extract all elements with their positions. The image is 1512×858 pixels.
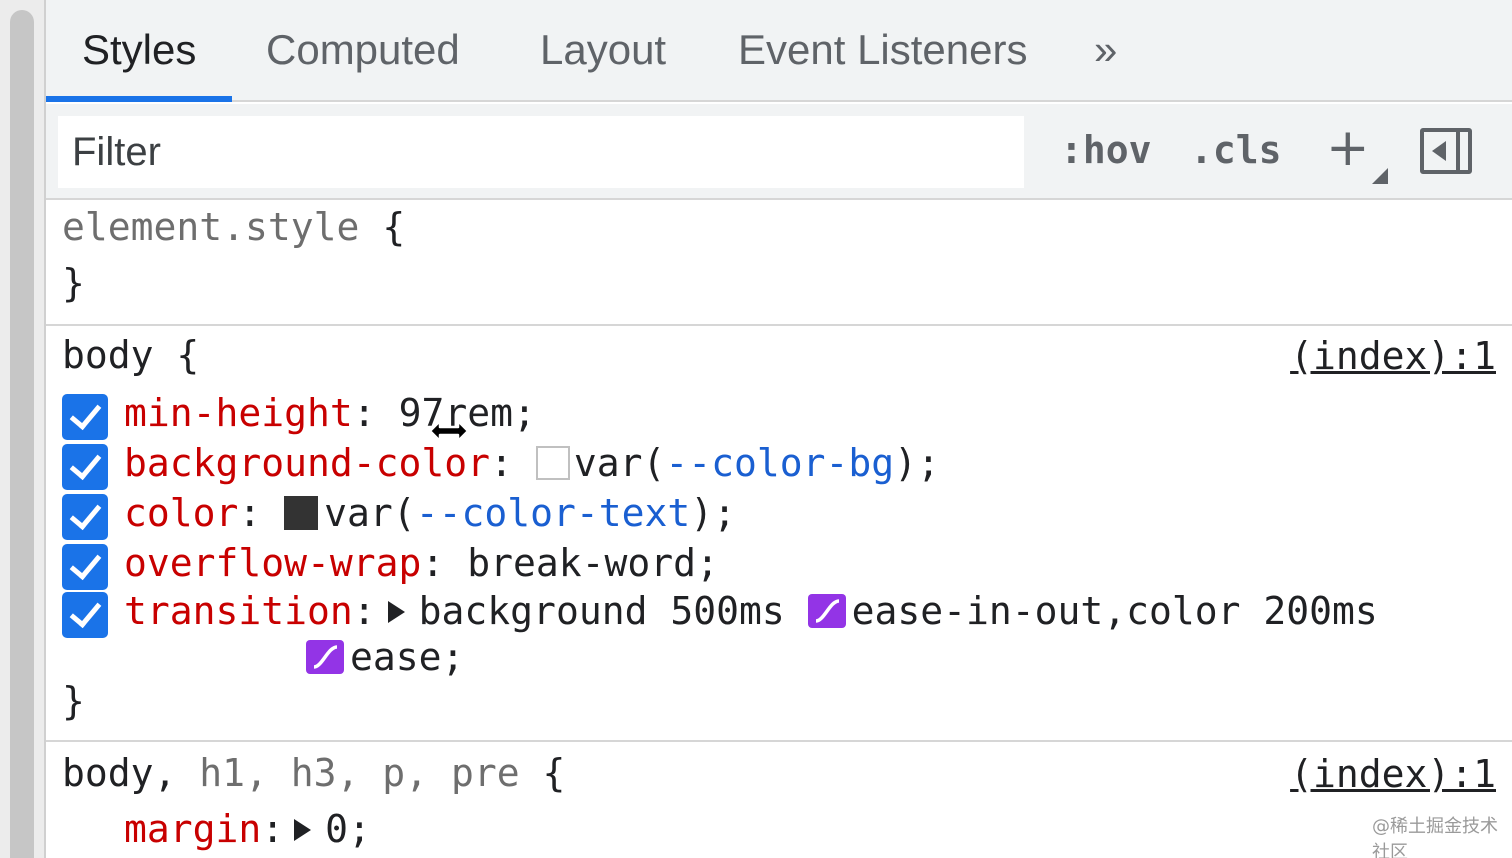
- checkbox-checked-icon[interactable]: [62, 544, 108, 590]
- element-style-close-brace: }: [62, 261, 85, 305]
- resize-cursor-icon: [428, 419, 470, 443]
- easing-curve-icon[interactable]: [807, 594, 846, 628]
- body-selector[interactable]: body {: [62, 333, 199, 378]
- rule-divider: [46, 324, 1512, 326]
- body-close-brace: }: [62, 679, 85, 723]
- declaration-background-color[interactable]: background-color: var(--color-bg);: [124, 441, 940, 486]
- filter-box: [58, 116, 1024, 188]
- styles-toolbar: :hov .cls +: [46, 104, 1512, 200]
- easing-curve-icon[interactable]: [306, 640, 344, 674]
- color-swatch[interactable]: [535, 446, 570, 480]
- sidebar-toggle-icon[interactable]: [1420, 128, 1472, 174]
- checkbox-checked-icon[interactable]: [62, 394, 108, 440]
- declaration-transition[interactable]: transition: background 500ms ease-in-out,…: [124, 589, 1378, 634]
- expand-triangle-icon[interactable]: [387, 601, 405, 623]
- cls-button[interactable]: .cls: [1190, 128, 1282, 172]
- plus-icon[interactable]: +: [1326, 120, 1370, 176]
- triangle-left-icon: [1432, 141, 1446, 161]
- styles-pane: Styles Computed Layout Event Listeners »…: [44, 0, 1512, 858]
- declaration-color[interactable]: color: var(--color-text);: [124, 491, 736, 536]
- multi-selector[interactable]: body, h1, h3, p, pre {: [62, 751, 565, 796]
- checkbox-checked-icon[interactable]: [62, 444, 108, 490]
- declaration-overflow-wrap[interactable]: overflow-wrap: break-word;: [124, 541, 719, 586]
- tab-event-listeners[interactable]: Event Listeners: [738, 26, 1028, 74]
- scrollbar[interactable]: [10, 10, 34, 858]
- checkbox-checked-icon[interactable]: [62, 494, 108, 540]
- rule-divider: [46, 740, 1512, 742]
- color-swatch[interactable]: [284, 496, 319, 530]
- tab-computed[interactable]: Computed: [266, 26, 460, 74]
- declaration-transition-continued[interactable]: ease;: [306, 635, 464, 680]
- tab-styles[interactable]: Styles: [82, 26, 196, 74]
- left-gutter: [0, 0, 44, 858]
- active-tab-indicator: [46, 96, 232, 102]
- new-rule-menu-corner[interactable]: [1372, 168, 1388, 184]
- declaration-min-height[interactable]: min-height: 97rem;: [124, 391, 536, 436]
- chevron-double-right-icon[interactable]: »: [1094, 26, 1118, 74]
- source-link-multi[interactable]: (index):1: [1290, 752, 1496, 796]
- source-link-body[interactable]: (index):1: [1290, 334, 1496, 378]
- watermark: @稀土掘金技术社区: [1372, 816, 1498, 858]
- checkbox-checked-icon[interactable]: [62, 592, 108, 638]
- hov-button[interactable]: :hov: [1060, 128, 1152, 172]
- expand-triangle-icon[interactable]: [294, 819, 312, 841]
- element-style-selector[interactable]: element.style {: [62, 205, 405, 250]
- declaration-margin[interactable]: margin: 0;: [124, 807, 371, 852]
- filter-input[interactable]: [72, 128, 1002, 176]
- tab-layout[interactable]: Layout: [540, 26, 666, 74]
- tab-bar: Styles Computed Layout Event Listeners »: [46, 0, 1512, 102]
